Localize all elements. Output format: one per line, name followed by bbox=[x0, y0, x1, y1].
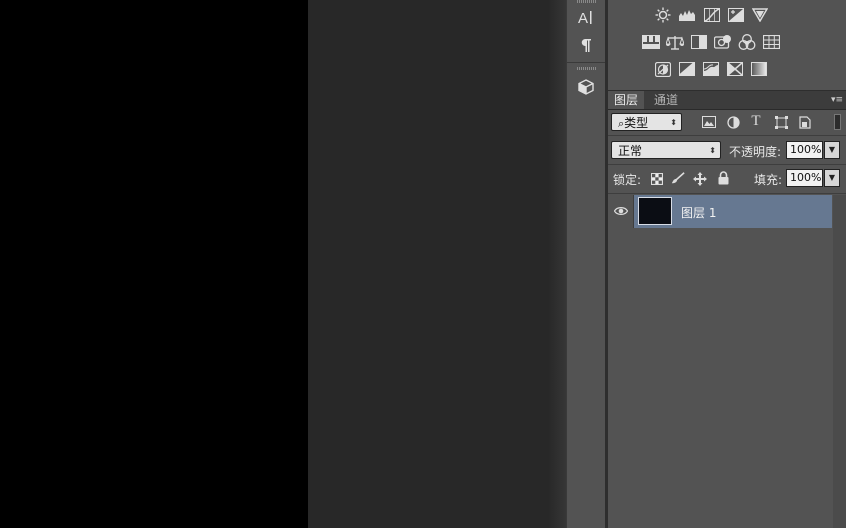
opacity-input[interactable]: 100% bbox=[786, 141, 823, 159]
tab-channels[interactable]: 通道 bbox=[648, 91, 684, 109]
channel-mixer-icon[interactable] bbox=[738, 34, 756, 50]
filter-kind-select[interactable]: ⌕类型 ⬍ bbox=[611, 113, 682, 131]
type-filter-icon[interactable]: T bbox=[749, 113, 763, 129]
shape-filter-icon[interactable] bbox=[774, 115, 788, 129]
photo-filter-icon[interactable] bbox=[714, 34, 732, 50]
layer-row[interactable]: 图层 1 bbox=[608, 195, 832, 228]
panel-divider bbox=[608, 193, 846, 194]
curves-icon[interactable] bbox=[703, 7, 721, 23]
panel-tab-bar: 图层 通道 ▾≡ bbox=[608, 91, 846, 110]
dock-grip[interactable] bbox=[577, 0, 597, 3]
visibility-cell bbox=[608, 195, 634, 228]
gradient-map-icon[interactable] bbox=[726, 61, 744, 77]
lock-position-icon[interactable] bbox=[693, 172, 707, 186]
adjustments-panel bbox=[608, 0, 846, 91]
panel-divider bbox=[608, 135, 846, 136]
dock-divider bbox=[567, 62, 606, 63]
fill-label: 填充: bbox=[754, 173, 783, 187]
fill-input[interactable]: 100% bbox=[786, 169, 823, 187]
layers-scrollbar[interactable] bbox=[833, 195, 846, 528]
color-balance-icon[interactable] bbox=[666, 34, 684, 50]
black-white-icon[interactable] bbox=[690, 34, 708, 50]
brightness-icon[interactable] bbox=[654, 7, 672, 23]
smart-object-filter-icon[interactable] bbox=[798, 115, 812, 129]
levels-icon[interactable] bbox=[678, 7, 696, 23]
filter-toggle-icon[interactable] bbox=[834, 114, 841, 130]
exposure-icon[interactable] bbox=[727, 7, 745, 23]
selective-color-icon[interactable] bbox=[750, 61, 768, 77]
panel-shadow bbox=[548, 0, 566, 528]
dock-grip[interactable] bbox=[577, 67, 597, 70]
layer-name[interactable]: 图层 1 bbox=[681, 204, 716, 221]
lock-transparent-icon[interactable] bbox=[650, 172, 664, 186]
3d-icon[interactable] bbox=[573, 76, 599, 98]
filter-kind-value: 类型 bbox=[624, 116, 649, 130]
invert-icon[interactable] bbox=[654, 61, 672, 77]
opacity-dropdown-button[interactable]: ▼ bbox=[824, 141, 840, 159]
character-icon[interactable]: A bbox=[573, 6, 599, 28]
select-arrows-icon: ⬍ bbox=[709, 146, 716, 155]
layers-panel: 图层 通道 ▾≡ ⌕类型 ⬍ T 正常 ⬍ 不透明度: 100% ▼ 锁定: 填… bbox=[608, 91, 846, 528]
blend-mode-value: 正常 bbox=[618, 144, 643, 158]
opacity-label: 不透明度: bbox=[729, 145, 782, 159]
posterize-icon[interactable] bbox=[678, 61, 696, 77]
blend-mode-select[interactable]: 正常 ⬍ bbox=[611, 141, 721, 159]
adjustment-filter-icon[interactable] bbox=[726, 115, 740, 129]
color-lookup-icon[interactable] bbox=[762, 34, 780, 50]
vibrance-icon[interactable] bbox=[751, 7, 769, 23]
svg-text:A: A bbox=[578, 10, 588, 25]
hue-saturation-icon[interactable] bbox=[642, 34, 660, 50]
lock-all-icon[interactable] bbox=[716, 171, 730, 185]
workspace-background bbox=[308, 0, 548, 528]
document-canvas[interactable] bbox=[0, 0, 308, 528]
eye-icon[interactable] bbox=[614, 204, 628, 218]
lock-label: 锁定: bbox=[613, 173, 642, 187]
panel-divider bbox=[608, 164, 846, 165]
threshold-icon[interactable] bbox=[702, 61, 720, 77]
lock-image-icon[interactable] bbox=[671, 171, 685, 185]
image-filter-icon[interactable] bbox=[702, 115, 716, 129]
panel-dock: A bbox=[566, 0, 607, 528]
layer-thumbnail bbox=[638, 197, 672, 225]
paragraph-icon[interactable] bbox=[573, 34, 599, 56]
tab-layers[interactable]: 图层 bbox=[608, 91, 645, 109]
fill-dropdown-button[interactable]: ▼ bbox=[824, 169, 840, 187]
panel-menu-icon[interactable]: ▾≡ bbox=[831, 95, 843, 105]
select-arrows-icon: ⬍ bbox=[670, 118, 677, 127]
